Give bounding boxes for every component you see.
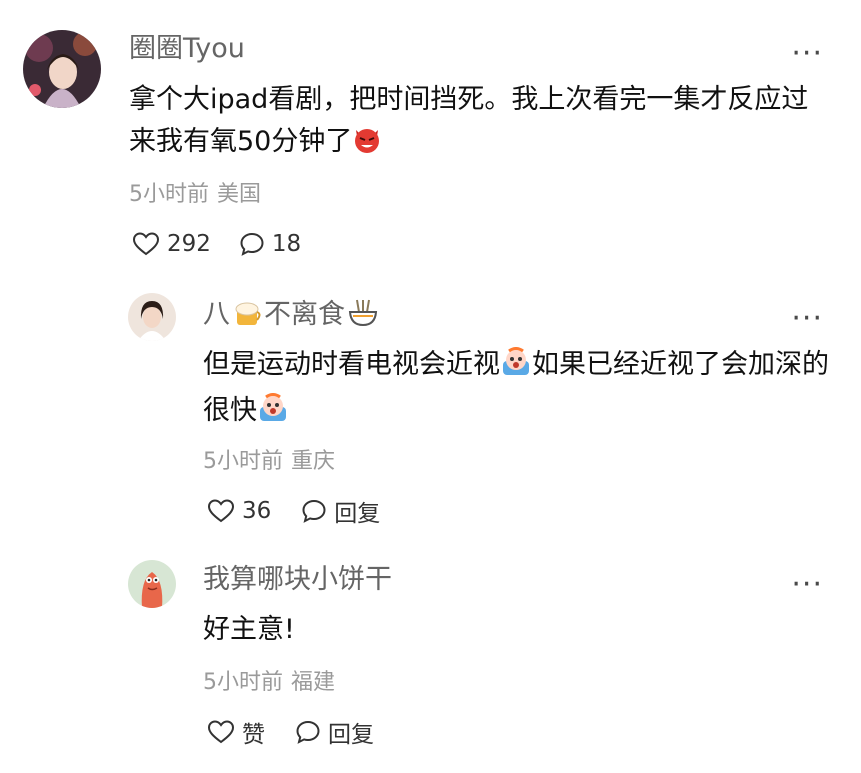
comment-meta: 5小时前 美国 [129,180,261,210]
like-count: 36 [242,498,272,524]
heart-outline-icon [207,499,235,523]
like-count: 292 [167,231,211,257]
comment-username[interactable]: 圈圈Tyou [129,32,245,66]
comment-text-body: 拿个大ipad看剧，把时间挡死。我上次看完一集才反应过来我有氧50分钟了 [129,84,809,157]
avatar-image [128,293,176,341]
more-dots-icon: ··· [791,36,823,71]
reply-count: 18 [271,231,302,257]
scared-face-emoji [500,347,532,390]
more-options-button[interactable]: ··· [791,570,823,600]
comment-time: 5小时前 [129,182,209,207]
more-dots-icon: ··· [791,301,823,336]
reply-meta: 5小时前 福建 [203,668,335,698]
reply-username[interactable]: 我算哪块小饼干 [203,563,392,597]
speech-bubble-icon [296,720,320,744]
noodles-emoji [347,298,379,337]
reply-time: 5小时前 [203,449,283,474]
comment-text: 拿个大ipad看剧，把时间挡死。我上次看完一集才反应过来我有氧50分钟了 [129,79,829,167]
devil-emoji [352,124,382,167]
like-button[interactable]: 赞 [207,715,265,749]
speech-bubble-icon [240,232,264,256]
beer-emoji [232,300,262,337]
reply-label: 回复 [334,501,381,527]
reply-location: 重庆 [291,449,336,474]
more-options-button[interactable]: ··· [791,304,823,334]
reply-text: 好主意! [203,614,295,645]
avatar[interactable] [128,560,176,608]
reply-label: 回复 [328,722,374,748]
reply-actions: 36 回复 [207,494,380,528]
heart-outline-icon [132,232,160,256]
reply-button[interactable]: 18 [239,231,301,257]
more-dots-icon: ··· [791,567,823,602]
more-options-button[interactable]: ··· [791,39,823,69]
like-button[interactable]: 292 [132,231,211,257]
reply-text: 但是运动时看电视会近视 如果已经近视了会加深的很快 [203,344,833,436]
heart-outline-icon [207,720,235,744]
comment-location: 美国 [217,182,262,207]
avatar-image [128,560,176,608]
reply-username[interactable]: 八 不离食 [203,298,381,337]
reply-actions: 赞 回复 [207,715,374,749]
reply-time: 5小时前 [203,670,283,695]
avatar[interactable] [128,293,176,341]
reply-location: 福建 [291,670,336,695]
like-button[interactable]: 36 [207,498,271,524]
comment-actions: 292 18 [132,227,301,261]
avatar-image [23,30,101,108]
like-label: 赞 [242,722,265,748]
reply-meta: 5小时前 重庆 [203,447,335,477]
avatar[interactable] [23,30,101,108]
speech-bubble-icon [302,499,326,523]
scared-face-emoji [257,393,289,436]
reply-button[interactable]: 回复 [301,494,380,528]
reply-button[interactable]: 回复 [295,715,374,749]
